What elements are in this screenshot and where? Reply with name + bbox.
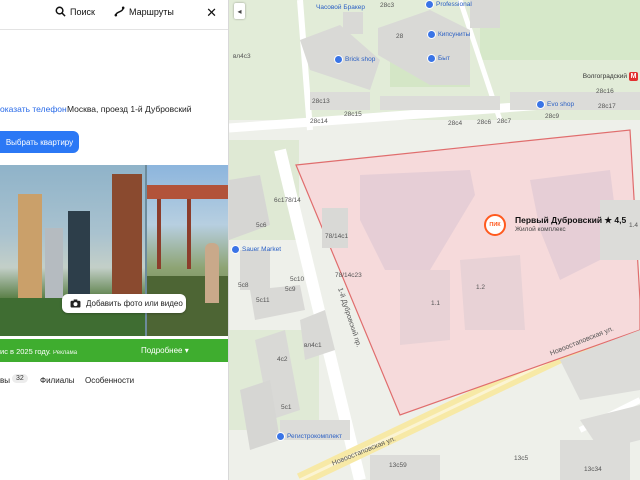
tab-branches[interactable]: Филиалы	[40, 376, 75, 385]
poi-marker[interactable]: Быт	[427, 54, 450, 63]
poi-label: Кипсуниты	[438, 31, 471, 38]
map-building-label: 13с5	[514, 455, 529, 462]
promo-text: ис в 2025 году. Реклама	[0, 347, 77, 356]
panel-toolbar: Поиск Маршруты ✕	[0, 0, 228, 28]
map-building-label: 5с9	[285, 286, 296, 293]
map-building-label: вл4с1	[304, 342, 322, 349]
promo-more-link[interactable]: Подробнее ▾	[141, 346, 189, 355]
close-icon[interactable]: ✕	[206, 5, 217, 21]
place-card-panel: Поиск Маршруты ✕ оказать телефон Москва,…	[0, 0, 229, 480]
poi-marker[interactable]: Регистрокомплект	[276, 432, 342, 441]
tab-features[interactable]: Особенности	[85, 376, 134, 385]
camera-icon	[70, 299, 81, 308]
shop-icon	[427, 54, 436, 63]
promo-main-text: ис в 2025 году.	[0, 347, 51, 356]
card-tabs: вы 32 Филиалы Особенности	[0, 374, 228, 390]
map-building-label: вл4с3	[233, 53, 251, 60]
map-building-label: 28с9	[545, 113, 560, 120]
map-building-label: 1.4	[629, 222, 639, 229]
marker-title[interactable]: Первый Дубровский ★ 4,5	[515, 215, 626, 226]
poi-marker[interactable]: Evo shop	[536, 100, 574, 109]
map-building-label: 28с14	[310, 118, 328, 125]
tab-reviews-label: вы	[0, 376, 10, 385]
address-text: Москва, проезд 1-й Дубровский	[67, 104, 192, 114]
tab-branches-label: Филиалы	[40, 376, 75, 385]
poi-marker[interactable]: Часовой Бракер	[316, 4, 365, 11]
shop-icon	[231, 245, 240, 254]
routes-button[interactable]: Маршруты	[114, 6, 174, 17]
map-building-label: 28	[396, 33, 404, 40]
toolbar-divider	[0, 29, 228, 30]
map-building-label: 28с3	[380, 2, 395, 9]
map-building-label: 1.1	[431, 300, 441, 307]
map-building-label: 28с17	[598, 103, 616, 110]
poi-label: Sauer Market	[242, 246, 282, 253]
map-building-label: 5с1	[281, 404, 292, 411]
map-building-label: 28с15	[344, 111, 362, 118]
tab-features-label: Особенности	[85, 376, 135, 385]
route-icon	[114, 6, 125, 17]
search-icon	[55, 6, 66, 17]
shop-icon	[427, 30, 436, 39]
poi-label: Brick shop	[345, 56, 376, 63]
metro-icon: М	[629, 72, 638, 81]
map-building-label: 5с6	[256, 222, 267, 229]
poi-marker[interactable]: Brick shop	[334, 55, 375, 64]
show-phone-link[interactable]: оказать телефон	[0, 104, 67, 114]
map-building-label: 28с16	[596, 88, 614, 95]
shop-icon	[276, 432, 285, 441]
poi-label: Professional	[436, 1, 472, 8]
map-building-label: 5с10	[290, 276, 305, 283]
map-building-label: 6с178/14	[274, 197, 301, 204]
map-building-label: 5с8	[238, 282, 249, 289]
map-building-label: 5с11	[256, 297, 270, 304]
map-building-label: 78/14с1	[325, 233, 349, 240]
shop-icon	[334, 55, 343, 64]
metro-station[interactable]: Волгоградский М	[583, 72, 638, 81]
shop-icon	[425, 0, 434, 9]
complex-marker[interactable]: ПИК	[484, 214, 506, 236]
promo-banner[interactable]: ис в 2025 году. Реклама Подробнее ▾	[0, 339, 228, 362]
ad-label: Реклама	[53, 350, 78, 356]
map-building-label: 28с13	[312, 98, 330, 105]
shop-icon	[536, 100, 545, 109]
map-building-label: 28с6	[477, 119, 492, 126]
metro-label: Волгоградский	[582, 73, 627, 80]
chevron-left-icon: ◂	[237, 6, 242, 16]
poi-label: Регистрокомплект	[287, 433, 342, 440]
poi-marker[interactable]: Sauer Market	[231, 245, 281, 254]
poi-marker[interactable]: Professional	[425, 0, 472, 9]
map-building-label: 13с34	[584, 466, 602, 473]
search-label: Поиск	[70, 6, 95, 17]
add-photo-label: Добавить фото или видео	[86, 299, 183, 308]
poi-label: Быт	[438, 55, 450, 62]
map-building-label: 28с7	[497, 118, 512, 125]
collapse-panel-button[interactable]: ◂	[234, 3, 245, 19]
tab-reviews[interactable]: вы	[0, 376, 10, 385]
map-building-label: 78/14с23	[335, 272, 362, 279]
search-button[interactable]: Поиск	[55, 6, 95, 17]
pik-logo-icon: ПИК	[489, 222, 501, 228]
add-photo-button[interactable]: Добавить фото или видео	[62, 294, 186, 313]
map-building-label: 4с2	[277, 356, 288, 363]
poi-marker[interactable]: Кипсуниты	[427, 30, 470, 39]
photo-gallery[interactable]: Добавить фото или видео	[0, 165, 228, 336]
reviews-count-badge: 32	[12, 374, 28, 383]
choose-apartment-button[interactable]: Выбрать квартиру	[0, 131, 79, 153]
map-building-label: 28с4	[448, 120, 463, 127]
marker-subtitle: Жилой комплекс	[515, 226, 566, 233]
poi-label: Часовой Бракер	[316, 4, 365, 11]
map-building-label: 13с59	[389, 462, 407, 469]
routes-label: Маршруты	[129, 6, 174, 17]
map-building-label: 1.2	[476, 284, 486, 291]
poi-label: Evo shop	[547, 101, 575, 108]
